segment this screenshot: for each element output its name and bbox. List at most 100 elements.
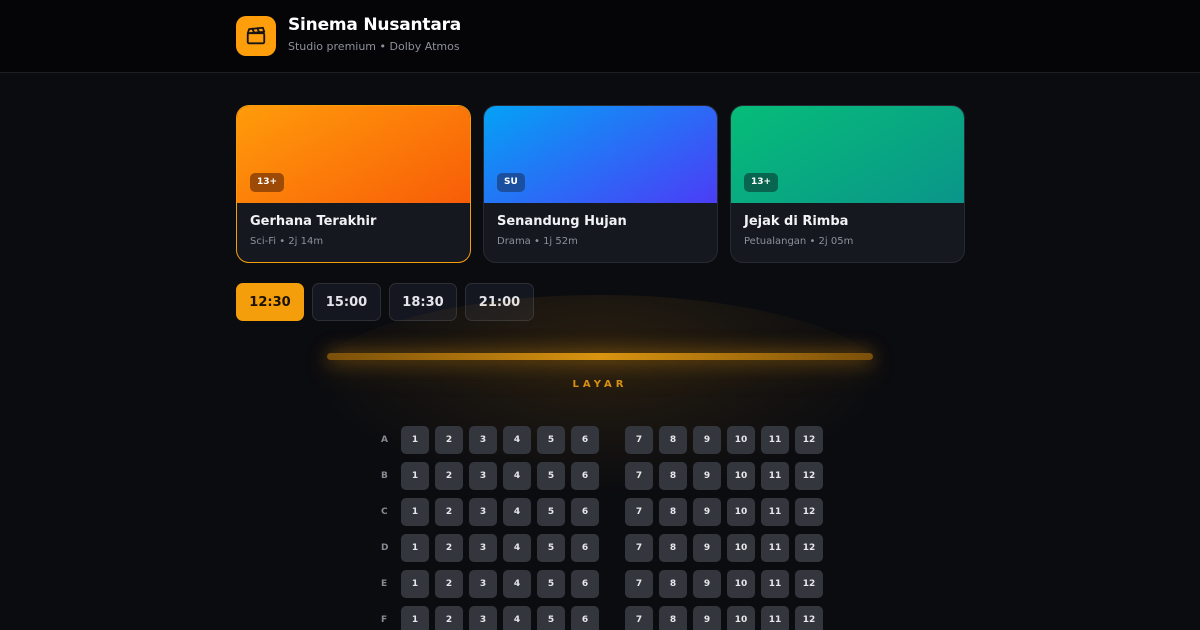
seat[interactable]: 11 (761, 534, 789, 562)
showtime-button-1500[interactable]: 15:00 (312, 283, 381, 321)
rating-badge: 13+ (250, 173, 285, 192)
seat[interactable]: 9 (693, 426, 721, 454)
seat[interactable]: 1 (401, 606, 429, 630)
seat[interactable]: 5 (537, 426, 565, 454)
seat[interactable]: 4 (503, 606, 531, 630)
seat[interactable]: 4 (503, 426, 531, 454)
brand-title: Sinema Nusantara (288, 15, 462, 35)
seat[interactable]: 1 (401, 426, 429, 454)
seat[interactable]: 10 (727, 462, 755, 490)
movie-card-gerhana-terakhir[interactable]: 13+ Gerhana Terakhir Sci-Fi • 2j 14m (236, 105, 471, 263)
seat[interactable]: 5 (537, 606, 565, 630)
movie-title: Senandung Hujan (497, 214, 627, 229)
seat[interactable]: 11 (761, 426, 789, 454)
seat[interactable]: 10 (727, 570, 755, 598)
seat[interactable]: 12 (795, 462, 823, 490)
movie-card-jejak-di-rimba[interactable]: 13+ Jejak di Rimba Petualangan • 2j 05m (730, 105, 965, 263)
seat[interactable]: 2 (435, 606, 463, 630)
seat[interactable]: 8 (659, 498, 687, 526)
seat[interactable]: 6 (571, 426, 599, 454)
seat[interactable]: 10 (727, 498, 755, 526)
row-label: F (381, 615, 388, 625)
seat[interactable]: 3 (469, 498, 497, 526)
seat[interactable]: 6 (571, 606, 599, 630)
movie-poster: 13+ (237, 106, 470, 203)
cinema-screen (327, 353, 873, 360)
showtime-button-1230[interactable]: 12:30 (236, 283, 304, 321)
seat[interactable]: 5 (537, 462, 565, 490)
seat[interactable]: 10 (727, 534, 755, 562)
seat[interactable]: 1 (401, 570, 429, 598)
seat[interactable]: 5 (537, 534, 565, 562)
seat[interactable]: 11 (761, 570, 789, 598)
movie-poster: 13+ (731, 106, 964, 203)
seat[interactable]: 11 (761, 462, 789, 490)
seat[interactable]: 6 (571, 498, 599, 526)
seat[interactable]: 6 (571, 534, 599, 562)
seat[interactable]: 7 (625, 606, 653, 630)
seat[interactable]: 4 (503, 498, 531, 526)
brand-subtitle: Studio premium • Dolby Atmos (288, 40, 460, 53)
row-label: B (381, 471, 388, 481)
movie-card-senandung-hujan[interactable]: SU Senandung Hujan Drama • 1j 52m (483, 105, 718, 263)
seat[interactable]: 8 (659, 606, 687, 630)
seat[interactable]: 9 (693, 462, 721, 490)
seat[interactable]: 12 (795, 570, 823, 598)
seat[interactable]: 7 (625, 426, 653, 454)
movie-poster: SU (484, 106, 717, 203)
seat[interactable]: 3 (469, 426, 497, 454)
seat[interactable]: 10 (727, 426, 755, 454)
seat[interactable]: 9 (693, 570, 721, 598)
seat[interactable]: 9 (693, 534, 721, 562)
seat[interactable]: 10 (727, 606, 755, 630)
seat[interactable]: 4 (503, 534, 531, 562)
seat-map: A 1 2 3 4 5 6 7 8 9 10 11 12 B 1 2 3 4 5 6 7 8 9 10 11 12 C 1 2 3 4 5 6 7… (376, 426, 829, 630)
seat-row: D 1 2 3 4 5 6 7 8 9 10 11 12 (376, 534, 829, 562)
seat[interactable]: 3 (469, 606, 497, 630)
seat-row: E 1 2 3 4 5 6 7 8 9 10 11 12 (376, 570, 829, 598)
seat[interactable]: 9 (693, 498, 721, 526)
app-header: Sinema Nusantara Studio premium • Dolby … (0, 0, 1200, 73)
row-label: A (381, 435, 388, 445)
row-label: D (381, 543, 389, 553)
seat[interactable]: 2 (435, 426, 463, 454)
seat[interactable]: 9 (693, 606, 721, 630)
seat[interactable]: 8 (659, 462, 687, 490)
seat[interactable]: 12 (795, 426, 823, 454)
seat[interactable]: 11 (761, 498, 789, 526)
clapperboard-icon (236, 16, 276, 56)
seat[interactable]: 5 (537, 570, 565, 598)
movie-title: Gerhana Terakhir (250, 214, 377, 229)
seat[interactable]: 3 (469, 570, 497, 598)
seat[interactable]: 5 (537, 498, 565, 526)
seat[interactable]: 8 (659, 570, 687, 598)
seat[interactable]: 7 (625, 498, 653, 526)
seat[interactable]: 3 (469, 462, 497, 490)
seat[interactable]: 12 (795, 534, 823, 562)
seat[interactable]: 2 (435, 570, 463, 598)
seat[interactable]: 12 (795, 606, 823, 630)
seat[interactable]: 4 (503, 462, 531, 490)
seat[interactable]: 8 (659, 426, 687, 454)
seat[interactable]: 3 (469, 534, 497, 562)
seat[interactable]: 11 (761, 606, 789, 630)
seat[interactable]: 6 (571, 570, 599, 598)
seat[interactable]: 7 (625, 462, 653, 490)
seat[interactable]: 2 (435, 498, 463, 526)
movie-title: Jejak di Rimba (744, 214, 849, 229)
seat[interactable]: 1 (401, 462, 429, 490)
seat[interactable]: 2 (435, 534, 463, 562)
seat[interactable]: 7 (625, 534, 653, 562)
seat[interactable]: 7 (625, 570, 653, 598)
rating-badge: SU (497, 173, 525, 192)
screen-label: LAYAR (572, 379, 628, 390)
seat[interactable]: 1 (401, 498, 429, 526)
row-label: E (381, 579, 388, 589)
seat[interactable]: 8 (659, 534, 687, 562)
seat[interactable]: 2 (435, 462, 463, 490)
seat[interactable]: 4 (503, 570, 531, 598)
seat[interactable]: 1 (401, 534, 429, 562)
seat[interactable]: 6 (571, 462, 599, 490)
movie-meta: Drama • 1j 52m (497, 236, 578, 247)
seat[interactable]: 12 (795, 498, 823, 526)
